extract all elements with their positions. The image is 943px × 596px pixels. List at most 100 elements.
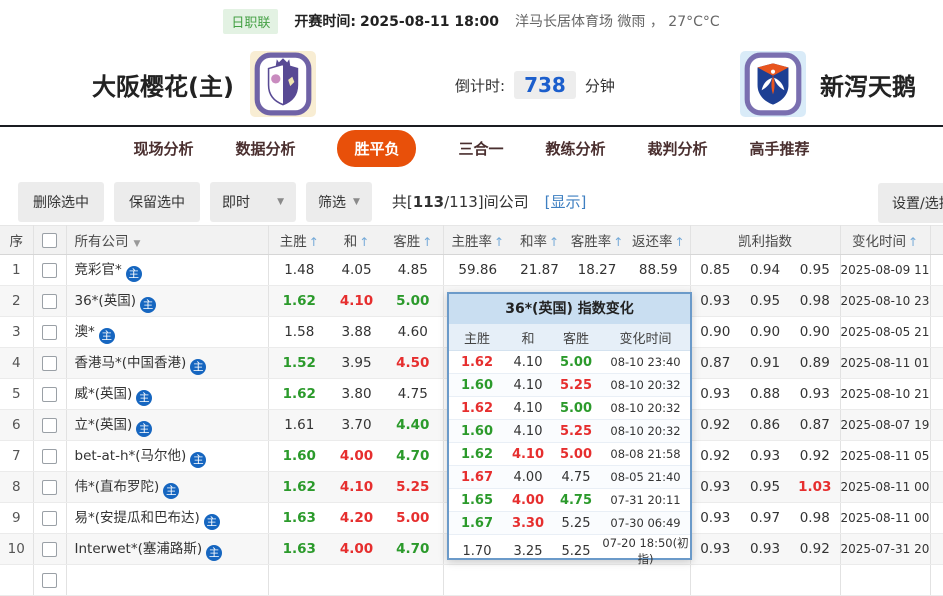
odds-cell[interactable]: 1.48 (268, 254, 330, 286)
header-home-win[interactable]: 主胜 ↑ (268, 225, 330, 255)
kelly-cell (790, 564, 841, 596)
row-checkbox[interactable] (42, 448, 57, 464)
header-away-win[interactable]: 客胜 ↑ (383, 225, 444, 255)
odds-cell[interactable]: 4.10 (330, 285, 383, 317)
odds-cell[interactable]: 4.85 (383, 254, 444, 286)
header-return-rate[interactable]: 返还率 ↑ (627, 225, 691, 255)
row-seq: 1 (0, 254, 34, 286)
odds-cell[interactable]: 4.75 (383, 378, 444, 410)
sort-asc-icon[interactable]: ↑ (309, 235, 319, 249)
header-home-rate[interactable]: 主胜率 ↑ (443, 225, 512, 255)
tab-胜平负[interactable]: 胜平负 (337, 130, 417, 167)
odds-cell[interactable]: 4.05 (330, 254, 383, 286)
odds-cell[interactable]: 3.70 (330, 409, 383, 441)
odds-cell[interactable]: 4.70 (383, 533, 444, 565)
odds-cell[interactable]: 4.60 (383, 316, 444, 348)
filter-dropdown[interactable]: 筛选 ▼ (306, 181, 372, 222)
sort-asc-icon[interactable]: ↑ (613, 235, 623, 249)
header-company[interactable]: 所有公司 ▼ (66, 225, 269, 255)
odds-cell[interactable]: 4.20 (330, 502, 383, 534)
odds-cell[interactable]: 1.60 (268, 440, 330, 472)
header-kelly: 凯利指数 (690, 225, 841, 255)
row-checkbox[interactable] (42, 262, 57, 278)
row-checkbox[interactable] (42, 541, 57, 557)
row-checkbox[interactable] (42, 355, 57, 371)
select-all-checkbox[interactable] (42, 232, 57, 248)
odds-cell[interactable]: 3.80 (330, 378, 383, 410)
odds-cell[interactable]: 4.50 (383, 347, 444, 379)
odds-cell[interactable]: 1.62 (268, 471, 330, 503)
row-checkbox[interactable] (42, 417, 57, 433)
company-cell[interactable]: 威*(英国) 主 (66, 378, 269, 410)
odds-cell[interactable]: 3.88 (330, 316, 383, 348)
row-checkbox[interactable] (42, 510, 57, 526)
odds-cell[interactable]: 4.70 (383, 440, 444, 472)
company-cell[interactable]: 易*(安提瓜和巴布达) 主 (66, 502, 269, 534)
odds-cell[interactable] (383, 564, 444, 596)
tab-三合一[interactable]: 三合一 (458, 138, 503, 159)
odds-cell[interactable]: 1.61 (268, 409, 330, 441)
settings-button[interactable]: 设置/选择 (878, 183, 943, 223)
odds-cell[interactable]: 5.25 (383, 471, 444, 503)
tab-教练分析[interactable]: 教练分析 (546, 138, 606, 159)
sort-asc-icon[interactable]: ↑ (908, 235, 918, 249)
sort-asc-icon[interactable]: ↑ (494, 235, 504, 249)
company-cell[interactable]: 香港马*(中国香港) 主 (66, 347, 269, 379)
kelly-cell (690, 564, 740, 596)
kelly-cell: 0.90 (690, 316, 740, 348)
header-change-time[interactable]: 变化时间 ↑ (840, 225, 931, 255)
popup-odds-cell: 4.75 (561, 469, 591, 485)
odds-comparison-page: { "colors": { "up_green": "#2b9a2b", "do… (0, 0, 943, 596)
odds-cell[interactable]: 3.95 (330, 347, 383, 379)
delete-selected-button[interactable]: 删除选中 (18, 181, 104, 222)
tab-现场分析[interactable]: 现场分析 (133, 138, 193, 159)
sort-asc-icon[interactable]: ↑ (422, 235, 432, 249)
company-cell[interactable]: 伟*(直布罗陀) 主 (66, 471, 269, 503)
company-cell[interactable]: 立*(英国) 主 (66, 409, 269, 441)
odds-cell[interactable]: 1.63 (268, 533, 330, 565)
show-link[interactable]: [显示] (545, 191, 587, 212)
popup-title: 36*(英国) 指数变化 (449, 294, 690, 324)
sort-asc-icon[interactable]: ↑ (674, 235, 684, 249)
odds-cell[interactable]: 1.58 (268, 316, 330, 348)
header-draw-rate[interactable]: 和率 ↑ (512, 225, 567, 255)
odds-cell[interactable]: 5.00 (383, 502, 444, 534)
odds-cell[interactable]: 1.52 (268, 347, 330, 379)
odds-cell[interactable]: 4.40 (383, 409, 444, 441)
instant-dropdown[interactable]: 即时 ▼ (210, 181, 296, 222)
company-cell[interactable]: 36*(英国) 主 (66, 285, 269, 317)
company-cell[interactable] (66, 564, 269, 596)
odds-cell[interactable] (268, 564, 330, 596)
company-cell[interactable]: bet-at-h*(马尔他) 主 (66, 440, 269, 472)
odds-cell[interactable]: 1.63 (268, 502, 330, 534)
header-draw[interactable]: 和 ↑ (330, 225, 383, 255)
odds-cell[interactable]: 4.00 (330, 440, 383, 472)
company-cell[interactable]: 澳* 主 (66, 316, 269, 348)
company-cell[interactable]: Interwet*(塞浦路斯) 主 (66, 533, 269, 565)
countdown-label: 倒计时: (455, 76, 506, 95)
kelly-cell: 0.92 (790, 440, 841, 472)
row-checkbox[interactable] (42, 293, 57, 309)
kelly-cell: 0.93 (740, 440, 790, 472)
keep-selected-button[interactable]: 保留选中 (114, 181, 200, 222)
odds-cell[interactable]: 5.00 (383, 285, 444, 317)
change-time-cell: 2025-08-11 05:40 (840, 440, 931, 472)
row-checkbox[interactable] (42, 324, 57, 340)
odds-cell[interactable]: 4.10 (330, 471, 383, 503)
tab-高手推荐[interactable]: 高手推荐 (750, 138, 810, 159)
odds-cell[interactable]: 1.62 (268, 378, 330, 410)
row-checkbox[interactable] (42, 386, 57, 402)
rate-cell: 59.86 (443, 254, 512, 286)
sort-asc-icon[interactable]: ↑ (359, 235, 369, 249)
sort-asc-icon[interactable]: ↑ (549, 235, 559, 249)
row-checkbox[interactable] (42, 479, 57, 495)
header-away-rate[interactable]: 客胜率 ↑ (567, 225, 627, 255)
odds-cell[interactable] (330, 564, 383, 596)
odds-cell[interactable]: 1.62 (268, 285, 330, 317)
tab-裁判分析[interactable]: 裁判分析 (648, 138, 708, 159)
popup-row: 1.62 4.10 5.00 08-10 20:32 (449, 397, 690, 420)
company-cell[interactable]: 竞彩官* 主 (66, 254, 269, 286)
row-checkbox[interactable] (42, 572, 57, 588)
odds-cell[interactable]: 4.00 (330, 533, 383, 565)
tab-数据分析[interactable]: 数据分析 (235, 138, 295, 159)
